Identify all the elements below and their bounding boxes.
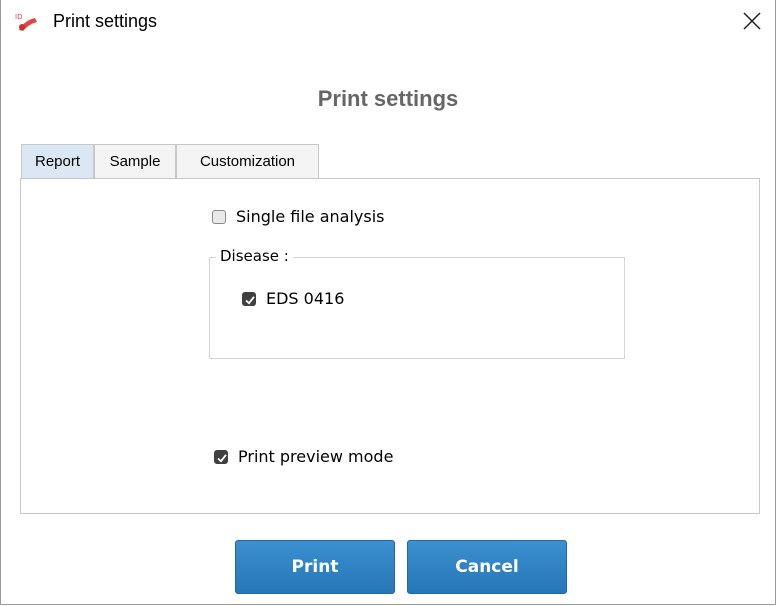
tab-report[interactable]: Report — [21, 144, 94, 178]
eds-0416-checkbox[interactable] — [242, 291, 256, 306]
print-preview-checkbox[interactable] — [214, 449, 228, 464]
tab-customization[interactable]: Customization — [176, 144, 319, 178]
print-button[interactable]: Print — [235, 540, 395, 594]
disease-group-legend: Disease : — [216, 247, 293, 265]
window-title: Print settings — [53, 11, 158, 31]
dialog-heading: Print settings — [317, 86, 459, 111]
print-settings-window: ID Print settings Print settings Report … — [0, 0, 776, 605]
print-preview-option[interactable]: Print preview mode — [214, 447, 393, 466]
single-file-analysis-label: Single file analysis — [236, 207, 385, 226]
title-bar: ID Print settings — [1, 0, 775, 40]
close-icon — [743, 12, 761, 30]
single-file-analysis-checkbox[interactable] — [212, 209, 226, 224]
close-button[interactable] — [729, 0, 775, 40]
checkmark-icon — [217, 453, 227, 463]
disease-option-eds-0416[interactable]: EDS 0416 — [242, 289, 344, 308]
eds-0416-label: EDS 0416 — [266, 289, 345, 308]
print-preview-label: Print preview mode — [238, 447, 394, 466]
checkmark-icon — [245, 295, 255, 305]
tab-sample[interactable]: Sample — [94, 144, 176, 178]
svg-text:ID: ID — [15, 13, 22, 21]
single-file-analysis-option[interactable]: Single file analysis — [212, 207, 385, 226]
disease-groupbox: Disease : EDS 0416 — [209, 247, 625, 359]
report-tab-panel: Single file analysis Disease : EDS 0416 … — [20, 178, 760, 514]
cancel-button[interactable]: Cancel — [407, 540, 567, 594]
app-logo-icon: ID — [15, 12, 41, 32]
